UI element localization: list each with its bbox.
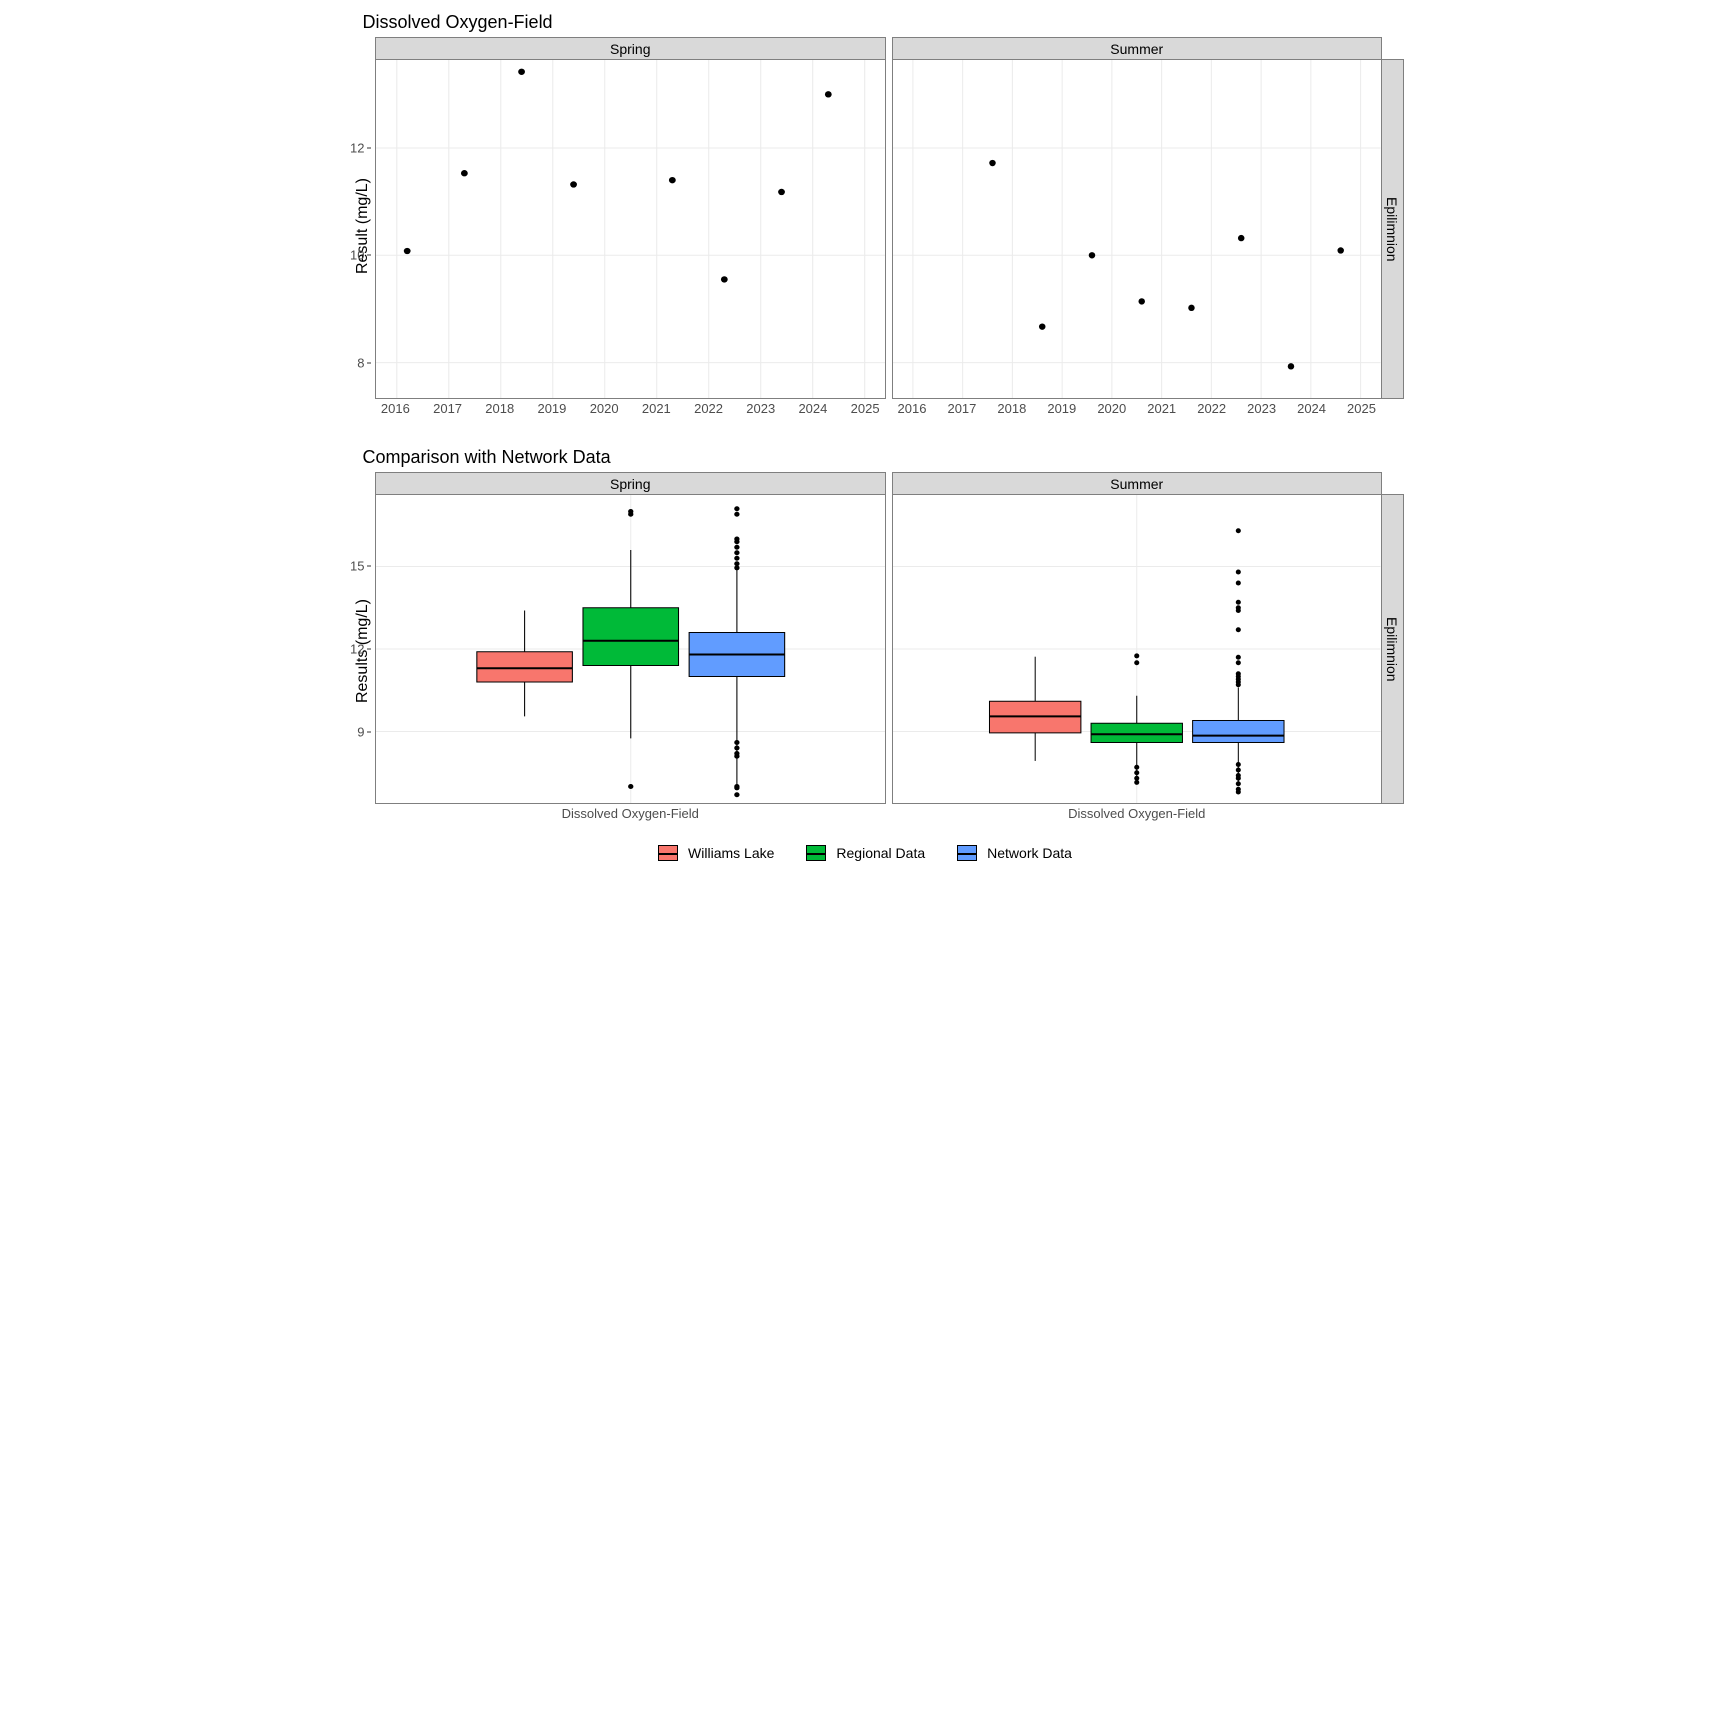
data-point — [1138, 298, 1145, 304]
facet-strip-spring: Spring — [375, 37, 887, 59]
box-network-spring — [689, 506, 785, 797]
data-point — [1238, 235, 1245, 241]
data-point — [720, 276, 727, 282]
legend-item-network: Network Data — [955, 844, 1072, 862]
data-point — [1089, 252, 1096, 258]
x-ticks-summer: 2016 2017 2018 2019 2020 2021 2022 2023 … — [892, 399, 1382, 419]
facet-strip-epi-2: Epilimnion — [1382, 494, 1404, 804]
facet-strip-summer-2: Summer — [892, 472, 1382, 494]
box-williams-spring — [476, 611, 572, 717]
x-cat-summer: Dissolved Oxygen-Field — [892, 804, 1382, 824]
legend-label: Williams Lake — [688, 845, 774, 861]
scatter-panel-summer — [892, 59, 1382, 399]
box-panel-summer — [892, 494, 1382, 804]
data-point — [1188, 305, 1195, 311]
data-point — [668, 177, 675, 183]
figure-2-title: Comparison with Network Data — [363, 447, 1404, 468]
scatter-panel-spring: 8 10 12 — [375, 59, 887, 399]
legend-label: Regional Data — [836, 845, 925, 861]
scatter-svg-summer — [893, 60, 1381, 398]
data-point — [570, 181, 577, 187]
scatter-facet-row: Spring 8 10 12 — [375, 37, 1404, 419]
box-svg-spring — [376, 495, 886, 803]
box-panel-spring: 9 12 15 — [375, 494, 887, 804]
legend-key-icon — [957, 845, 977, 861]
data-point — [518, 69, 525, 75]
data-point — [824, 91, 831, 97]
box-williams-summer — [989, 657, 1080, 761]
facet-strip-summer: Summer — [892, 37, 1382, 59]
data-point — [403, 248, 410, 254]
figure-1-title: Dissolved Oxygen-Field — [363, 12, 1404, 33]
box-facet-row: Spring 9 12 15 — [375, 472, 1404, 824]
data-point — [778, 189, 785, 195]
data-point — [1288, 363, 1294, 369]
legend-label: Network Data — [987, 845, 1072, 861]
chart-page: Dissolved Oxygen-Field Result (mg/L) Spr… — [315, 0, 1414, 892]
x-cat-spring: Dissolved Oxygen-Field — [375, 804, 887, 824]
box-svg-summer — [893, 495, 1381, 803]
facet-strip-spring-2: Spring — [375, 472, 887, 494]
legend-key-icon — [806, 845, 826, 861]
legend-key-icon — [658, 845, 678, 861]
scatter-svg-spring — [376, 60, 886, 398]
legend-item-williams: Williams Lake — [656, 844, 774, 862]
data-point — [1337, 247, 1344, 253]
x-ticks-spring: 2016 2017 2018 2019 2020 2021 2022 2023 … — [375, 399, 887, 419]
data-point — [1039, 323, 1046, 329]
legend: Williams Lake Regional Data Network Data — [325, 844, 1404, 862]
data-point — [460, 170, 467, 176]
facet-strip-epi-1: Epilimnion — [1382, 59, 1404, 399]
data-point — [989, 160, 996, 166]
legend-item-regional: Regional Data — [804, 844, 925, 862]
box-network-summer — [1193, 528, 1284, 794]
